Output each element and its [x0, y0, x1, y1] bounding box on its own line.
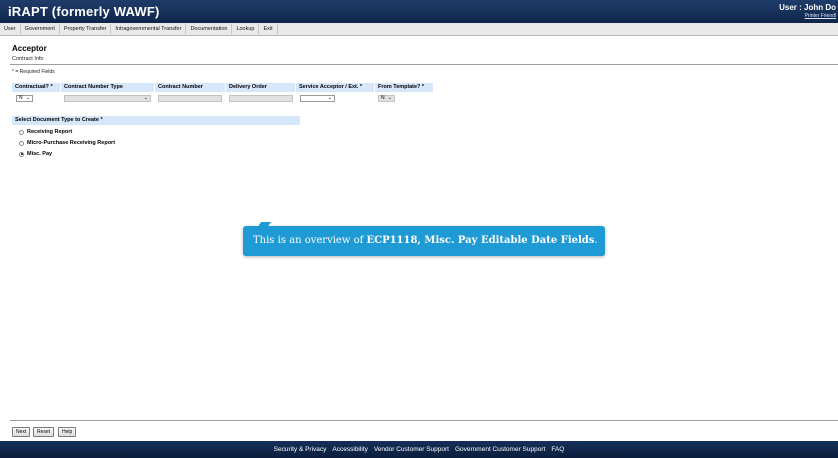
page-footer: Security & Privacy Accessibility Vendor …	[0, 441, 838, 458]
app-header: iRAPT (formerly WAWF) User : John Do Pri…	[0, 0, 838, 23]
delivery-order-label: Delivery Order	[226, 83, 295, 92]
from-template-label: From Template? *	[375, 83, 433, 92]
radio-button-selected-icon	[19, 151, 24, 157]
main-menu: User Government Property Transfer Intrag…	[0, 23, 838, 36]
menu-item-documentation[interactable]: Documentation	[186, 24, 233, 34]
page-subtitle: Contract Info	[12, 56, 44, 62]
delivery-order-input[interactable]	[229, 95, 293, 102]
footer-link-government-support[interactable]: Government Customer Support	[452, 446, 548, 453]
menu-item-exit[interactable]: Exit	[259, 24, 278, 34]
menu-item-property-transfer[interactable]: Property Transfer	[60, 24, 112, 34]
radio-micro-purchase-label: Micro-Purchase Receiving Report	[27, 140, 116, 146]
from-template-value: N	[381, 95, 385, 101]
reset-button[interactable]: Reset	[33, 427, 55, 437]
contractual-label: Contractual? *	[12, 83, 60, 92]
required-fields-note: * = Required Fields	[12, 69, 55, 75]
radio-receiving-report[interactable]: Receiving Report	[19, 129, 72, 135]
callout-suffix: .	[594, 235, 598, 246]
chevron-down-icon: ⌄	[387, 95, 392, 101]
app-title: iRAPT (formerly WAWF)	[8, 4, 160, 19]
document-type-header: Select Document Type to Create *	[12, 116, 300, 125]
next-button[interactable]: Next	[12, 427, 31, 437]
contractual-select[interactable]: N ⌄	[16, 95, 33, 102]
from-template-select[interactable]: N ⌄	[378, 95, 395, 102]
menu-item-government[interactable]: Government	[21, 24, 60, 34]
printer-friendly-link[interactable]: Printer Friendl	[805, 13, 836, 19]
radio-button-icon	[19, 129, 24, 135]
contract-number-label: Contract Number	[155, 83, 225, 92]
contract-number-type-label: Contract Number Type	[61, 83, 154, 92]
chevron-down-icon: ⌄	[327, 95, 332, 101]
tutorial-callout: This is an overview of ECP1118, Misc. Pa…	[243, 226, 605, 256]
contract-number-input[interactable]	[158, 95, 222, 102]
menu-item-lookup[interactable]: Lookup	[232, 24, 260, 34]
menu-item-user[interactable]: User	[0, 24, 21, 34]
radio-button-icon	[19, 140, 24, 146]
service-acceptor-label: Service Acceptor / Ext. *	[296, 83, 374, 92]
footer-link-faq[interactable]: FAQ	[548, 446, 567, 453]
menu-item-intragovernmental-transfer[interactable]: Intragovernmental Transfer	[111, 24, 187, 34]
footer-link-accessibility[interactable]: Accessibility	[329, 446, 370, 453]
divider	[10, 420, 838, 421]
callout-emphasis: ECP1118, Misc. Pay Editable Date Fields	[366, 235, 595, 246]
tutorial-callout-text: This is an overview of ECP1118, Misc. Pa…	[253, 235, 598, 246]
contract-number-type-select[interactable]: ⌄	[64, 95, 151, 102]
chevron-down-icon: ⌄	[143, 95, 148, 101]
chevron-down-icon: ⌄	[25, 95, 30, 101]
radio-misc-pay-label: Misc. Pay	[27, 151, 53, 157]
contractual-value: N	[19, 95, 23, 101]
callout-prefix: This is an overview of	[253, 235, 367, 246]
user-label: User : John Do	[779, 3, 836, 12]
radio-micro-purchase-receiving-report[interactable]: Micro-Purchase Receiving Report	[19, 140, 115, 146]
footer-link-security-privacy[interactable]: Security & Privacy	[271, 446, 330, 453]
radio-misc-pay[interactable]: Misc. Pay	[19, 151, 52, 157]
page-title: Acceptor	[12, 44, 47, 53]
divider	[10, 64, 838, 65]
service-acceptor-select[interactable]: ⌄	[300, 95, 335, 102]
radio-receiving-report-label: Receiving Report	[27, 129, 73, 135]
help-button[interactable]: Help	[58, 427, 77, 437]
footer-link-vendor-support[interactable]: Vendor Customer Support	[371, 446, 452, 453]
